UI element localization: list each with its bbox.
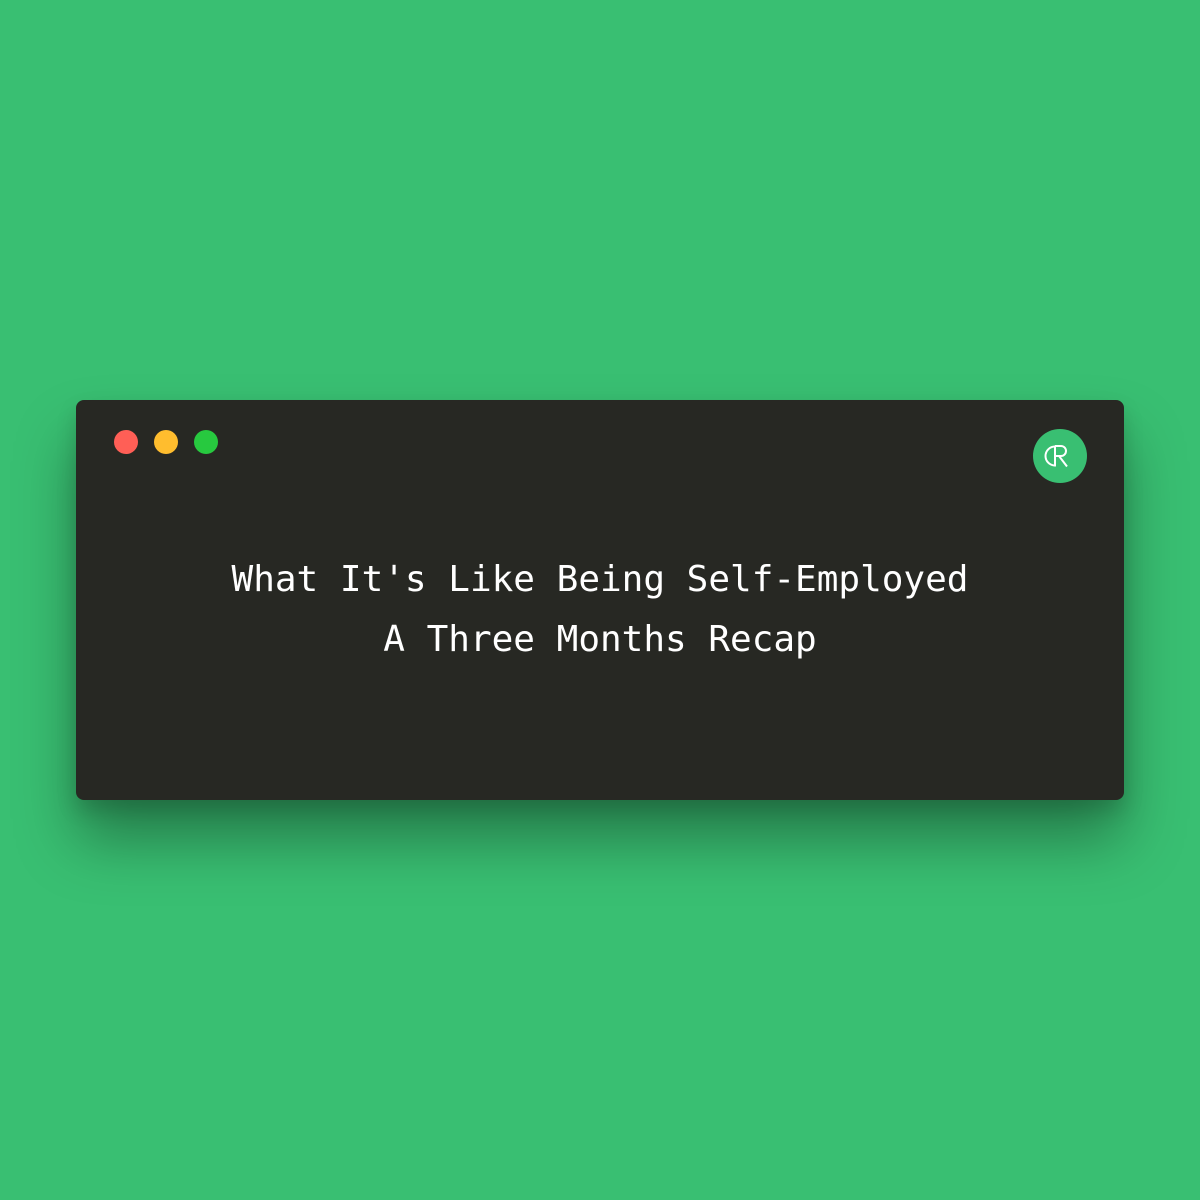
title-line-2: A Three Months Recap bbox=[383, 619, 817, 660]
code-window: What It's Like Being Self-Employed A Thr… bbox=[76, 400, 1124, 800]
maximize-window-button[interactable] bbox=[194, 430, 218, 454]
cr-logo-icon bbox=[1033, 429, 1087, 483]
title-line-1: What It's Like Being Self-Employed bbox=[231, 559, 969, 600]
minimize-window-button[interactable] bbox=[154, 430, 178, 454]
post-title: What It's Like Being Self-Employed A Thr… bbox=[76, 550, 1124, 670]
close-window-button[interactable] bbox=[114, 430, 138, 454]
